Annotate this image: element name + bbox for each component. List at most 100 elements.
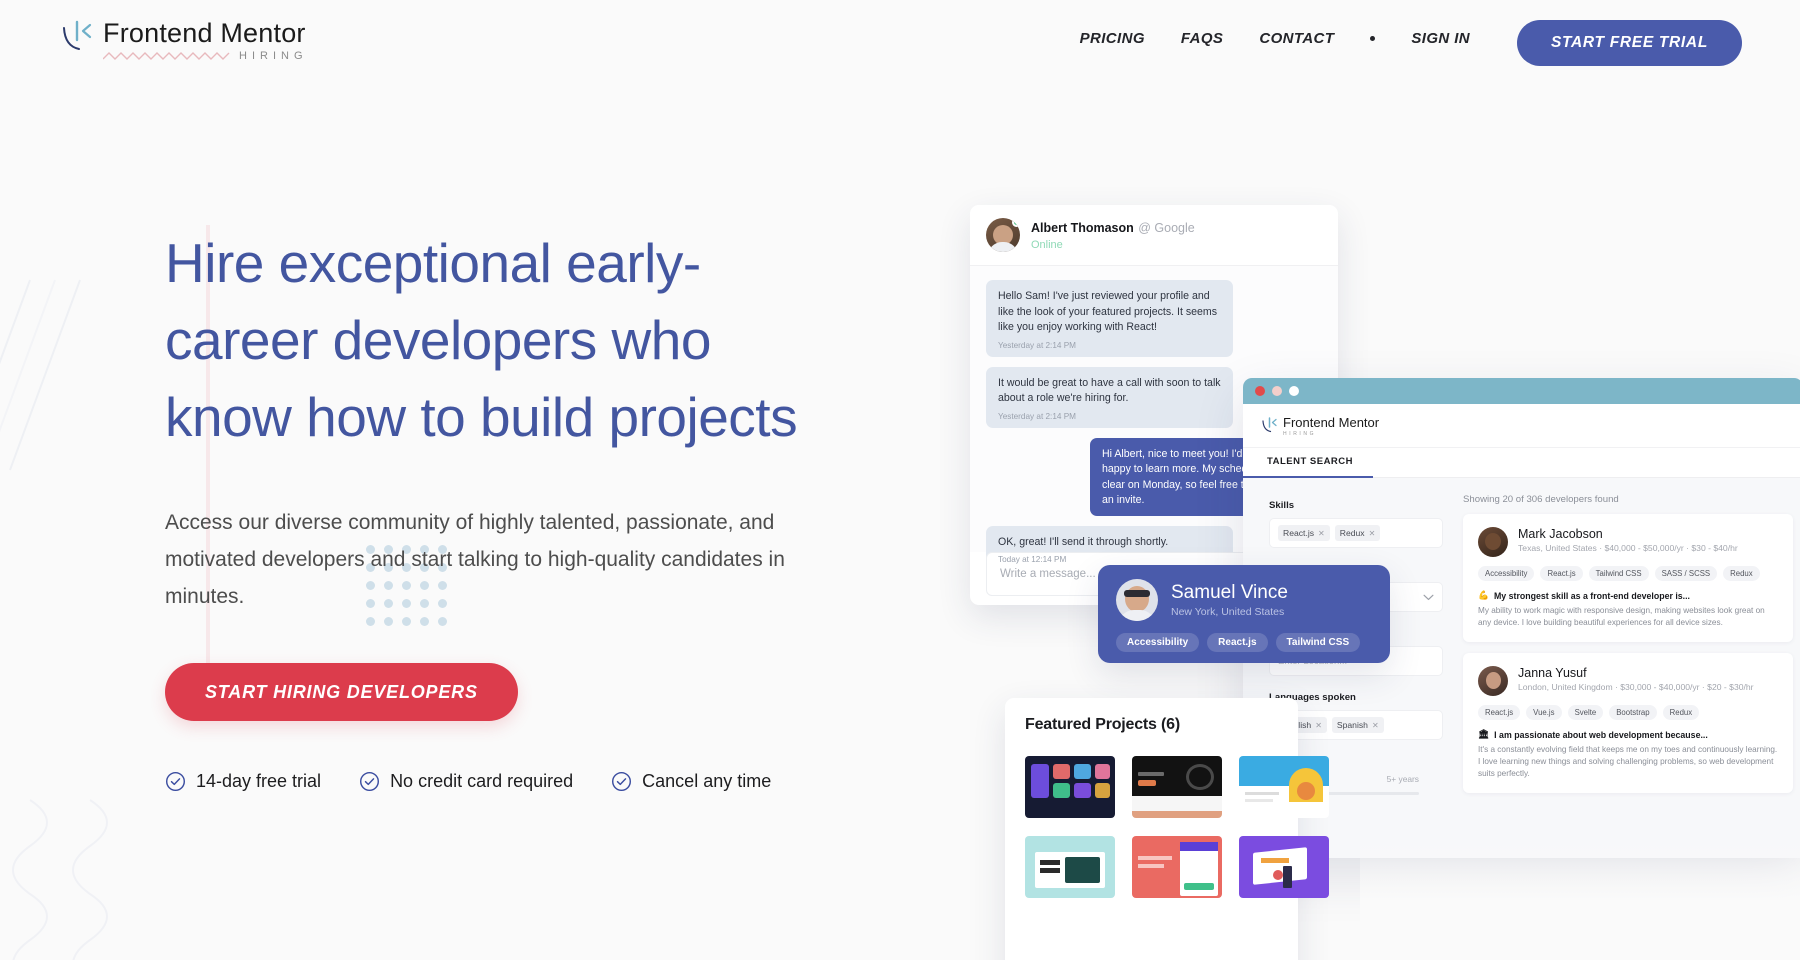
chat-message-text: OK, great! I'll send it through shortly. [998, 535, 1169, 548]
skill-tag: Bootstrap [1609, 705, 1657, 720]
filter-tag-label: Spanish [1336, 720, 1368, 730]
skill-tag: SASS / SCSS [1654, 566, 1718, 581]
candidate-location: New York, United States [1171, 606, 1285, 618]
nav-item-contact[interactable]: CONTACT [1259, 30, 1334, 47]
chat-contact-name: Albert Thomason [1031, 221, 1134, 235]
skill-tag: React.js [1207, 633, 1268, 652]
browser-tab-bar: TALENT SEARCH [1243, 448, 1800, 478]
project-thumbnail[interactable] [1239, 756, 1329, 818]
project-thumbnail-grid [1025, 756, 1329, 898]
remove-tag-icon[interactable]: ✕ [1372, 721, 1379, 730]
avatar [1478, 527, 1508, 557]
hero-subcopy: Access our diverse community of highly t… [165, 511, 785, 608]
chat-message: Hello Sam! I've just reviewed your profi… [986, 280, 1233, 357]
project-thumbnail[interactable] [1132, 756, 1222, 818]
online-status-dot [1012, 218, 1020, 227]
nav-item-pricing[interactable]: PRICING [1080, 30, 1145, 47]
project-thumbnail[interactable] [1025, 836, 1115, 898]
tab-talent-search[interactable]: TALENT SEARCH [1243, 448, 1374, 478]
filter-tag[interactable]: Spanish ✕ [1331, 717, 1384, 733]
nav-item-sign-in[interactable]: SIGN IN [1411, 30, 1470, 47]
developer-card[interactable]: Mark Jacobson Texas, United States · $40… [1463, 514, 1793, 642]
logo-squiggle-icon [103, 52, 230, 60]
start-free-trial-button[interactable]: START FREE TRIAL [1516, 20, 1742, 66]
project-thumbnail[interactable] [1025, 756, 1115, 818]
chat-contact-company: @ Google [1138, 221, 1195, 235]
filter-tag[interactable]: Redux ✕ [1334, 525, 1381, 541]
project-thumbnail[interactable] [1239, 836, 1329, 898]
developer-tags: Accessibility React.js Tailwind CSS SASS… [1478, 566, 1778, 581]
chat-message-text: Hello Sam! I've just reviewed your profi… [998, 290, 1218, 333]
window-maximize-dot[interactable] [1289, 386, 1299, 396]
developer-question-text: I am passionate about web development be… [1494, 729, 1708, 740]
developer-meta: London, United Kingdom · $30,000 - $40,0… [1518, 682, 1754, 692]
logo-name: Frontend Mentor [103, 18, 306, 48]
candidate-name: Samuel Vince [1171, 582, 1288, 603]
chevron-down-icon [1423, 594, 1434, 600]
chat-message-timestamp: Yesterday at 2:14 PM [998, 411, 1076, 421]
skill-tag: Tailwind CSS [1275, 633, 1361, 652]
browser-logo-subtitle: HIRING [1283, 431, 1317, 437]
avatar [986, 218, 1020, 252]
chat-header: Albert Thomason @ Google Online [970, 205, 1338, 266]
bottom-fade-overlay [1360, 840, 1800, 960]
muscle-emoji-icon: 💪 [1478, 590, 1489, 600]
trust-badge: Cancel any time [611, 771, 771, 792]
browser-app-logo: Frontend Mentor HIRING [1243, 404, 1800, 448]
skill-tag: React.js [1540, 566, 1583, 581]
developer-question: 💪 My strongest skill as a front-end deve… [1478, 590, 1778, 601]
chat-status-label: Online [1031, 239, 1063, 251]
featured-projects-title: Featured Projects (6) [1025, 716, 1180, 733]
candidate-tags: Accessibility React.js Tailwind CSS [1116, 633, 1372, 652]
project-thumbnail[interactable] [1132, 836, 1222, 898]
decorative-lines-bottom [12, 799, 108, 960]
building-emoji-icon: 🏛 [1478, 729, 1490, 739]
skill-tag: Tailwind CSS [1588, 566, 1649, 581]
skill-tag: Redux [1662, 705, 1700, 720]
logo-mark-icon [1262, 417, 1277, 433]
search-results: Showing 20 of 306 developers found Mark … [1443, 478, 1800, 858]
start-hiring-developers-button[interactable]: START HIRING DEVELOPERS [165, 663, 518, 721]
remove-tag-icon[interactable]: ✕ [1315, 721, 1322, 730]
developer-tags: React.js Vue.js Svelte Bootstrap Redux [1478, 705, 1778, 720]
window-close-dot[interactable] [1255, 386, 1265, 396]
developer-answer: It's a constantly evolving field that ke… [1478, 745, 1778, 778]
check-circle-icon [612, 772, 632, 791]
logo[interactable]: Frontend Mentor HIRING [60, 18, 308, 62]
featured-projects-card: Featured Projects (6) [1005, 698, 1329, 960]
developer-question-text: My strongest skill as a front-end develo… [1493, 590, 1690, 601]
nav-item-faqs[interactable]: FAQS [1181, 30, 1223, 47]
check-circle-icon [166, 772, 185, 791]
remove-tag-icon[interactable]: ✕ [1318, 529, 1325, 538]
site-header: Frontend Mentor HIRING PRICING FAQS CONT… [0, 0, 1800, 80]
avatar [1478, 666, 1508, 696]
developer-card[interactable]: Janna Yusuf London, United Kingdom · $30… [1463, 653, 1793, 793]
window-minimize-dot[interactable] [1272, 386, 1282, 396]
logo-mark-icon [63, 20, 92, 50]
main-nav: PRICING FAQS CONTACT SIGN IN [1080, 30, 1470, 47]
trust-badge: No credit card required [359, 771, 573, 792]
hero-section: Hire exceptional early-career developers… [165, 225, 825, 792]
filter-label-skills: Skills [1269, 500, 1295, 511]
filter-tag-label: Redux [1339, 528, 1365, 538]
remove-tag-icon[interactable]: ✕ [1369, 529, 1376, 538]
browser-logo-name: Frontend Mentor [1283, 415, 1380, 430]
skill-tag: Redux [1723, 566, 1760, 581]
filter-skills-field[interactable]: React.js ✕ Redux ✕ [1269, 518, 1443, 548]
filter-tag[interactable]: React.js ✕ [1278, 525, 1330, 541]
developer-answer: My ability to work magic with responsive… [1478, 606, 1765, 627]
logo-subtitle: HIRING [239, 50, 308, 62]
trust-badges: 14-day free trial No credit card require… [165, 771, 825, 792]
developer-question: 🏛 I am passionate about web development … [1478, 729, 1778, 740]
results-count-label: Showing 20 of 306 developers found [1463, 494, 1619, 505]
landing-page: Frontend Mentor HIRING PRICING FAQS CONT… [0, 0, 1800, 960]
browser-title-bar [1243, 378, 1800, 404]
chat-message: It would be great to have a call with so… [986, 366, 1233, 428]
trust-badge: 14-day free trial [165, 771, 321, 792]
skill-tag: React.js [1478, 705, 1521, 720]
chat-message-text: It would be great to have a call with so… [998, 376, 1221, 405]
candidate-card[interactable]: Samuel Vince New York, United States Acc… [1098, 565, 1390, 663]
check-circle-icon [360, 772, 380, 791]
skill-tag: Svelte [1567, 705, 1604, 720]
filter-tag-label: React.js [1283, 528, 1315, 538]
